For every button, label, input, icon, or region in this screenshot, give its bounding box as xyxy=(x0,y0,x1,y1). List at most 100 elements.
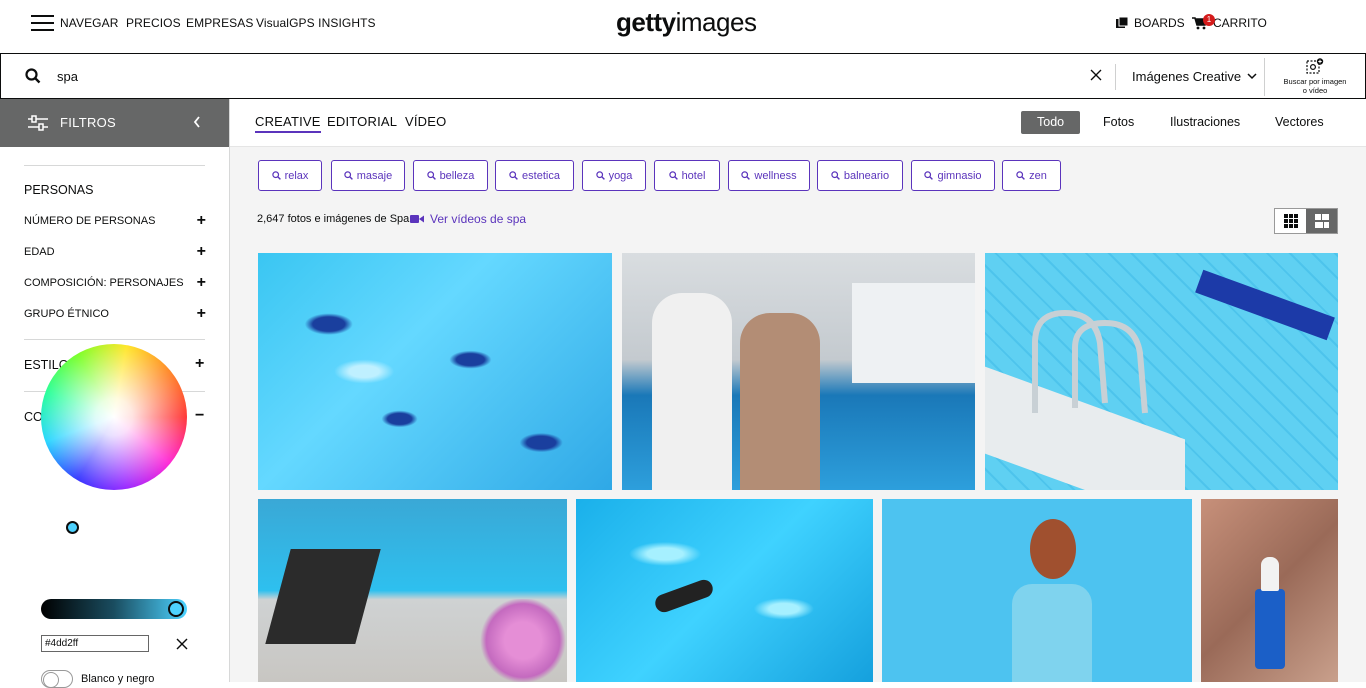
image-ladder xyxy=(1032,309,1148,414)
search-icon xyxy=(426,171,436,180)
section-personas: PERSONAS xyxy=(24,183,94,197)
boards-icon xyxy=(1116,17,1128,28)
filter-edad[interactable]: EDAD + xyxy=(24,243,206,260)
image-pool-ripples[interactable] xyxy=(258,253,612,490)
close-icon[interactable] xyxy=(176,638,188,650)
type-vectores[interactable]: Vectores xyxy=(1275,111,1324,134)
divider xyxy=(1115,64,1116,90)
chip-yoga[interactable]: yoga xyxy=(582,160,646,191)
image-woman-blue-background[interactable] xyxy=(882,499,1192,682)
color-wheel[interactable] xyxy=(41,344,187,490)
image-woman-body xyxy=(1012,584,1092,682)
search-type-label: Imágenes Creative xyxy=(1132,69,1242,84)
filter-label: EDAD xyxy=(24,246,55,258)
image-pool-ladder[interactable] xyxy=(985,253,1338,490)
chip-masaje[interactable]: masaje xyxy=(331,160,405,191)
plus-icon: + xyxy=(195,355,205,372)
image-woman-head xyxy=(1030,519,1076,579)
logo-bold: getty xyxy=(616,7,676,37)
grid-view-button[interactable] xyxy=(1275,209,1306,233)
plus-icon: + xyxy=(196,305,206,322)
top-navigation: NAVEGAR PRECIOS EMPRESAS VisualGPS INSIG… xyxy=(0,0,1366,52)
filter-composicion[interactable]: COMPOSICIÓN: PERSONAJES + xyxy=(24,274,206,291)
visual-search-button[interactable]: Buscar por imagen o vídeo xyxy=(1279,58,1351,95)
search-icon xyxy=(831,171,840,180)
filters-header[interactable]: FILTROS xyxy=(0,99,229,147)
black-white-label: Blanco y negro xyxy=(81,673,155,685)
mosaic-icon xyxy=(1314,214,1329,228)
nav-navegar[interactable]: NAVEGAR xyxy=(60,16,119,30)
chip-gimnasio[interactable]: gimnasio xyxy=(911,160,995,191)
tab-editorial[interactable]: EDITORIAL xyxy=(327,114,397,129)
color-wheel-handle[interactable] xyxy=(66,521,79,534)
chip-label: balneario xyxy=(843,169,890,182)
nav-precios[interactable]: PRECIOS xyxy=(126,16,181,30)
nav-visualgps[interactable]: VisualGPS INSIGHTS xyxy=(256,16,376,30)
chip-balneario[interactable]: balneario xyxy=(817,160,903,191)
image-sunbed-pool[interactable] xyxy=(258,499,567,682)
search-icon xyxy=(1016,171,1026,180)
chip-relax[interactable]: relax xyxy=(258,160,322,191)
divider xyxy=(1264,58,1265,96)
menu-icon[interactable] xyxy=(31,15,54,32)
visual-search-label-1: Buscar por imagen xyxy=(1283,77,1347,86)
results-count: 2,647 fotos e imágenes de Spa xyxy=(257,213,410,225)
search-icon xyxy=(668,171,678,180)
camera-search-icon xyxy=(1306,58,1324,74)
type-todo[interactable]: Todo xyxy=(1021,111,1081,134)
search-icon xyxy=(595,171,605,180)
image-dropper-bottle xyxy=(1255,589,1285,669)
plus-icon: + xyxy=(196,212,206,229)
search-icon[interactable] xyxy=(25,68,41,84)
getty-logo[interactable]: gettyimages xyxy=(616,7,757,38)
search-type-dropdown[interactable]: Imágenes Creative xyxy=(1132,69,1257,84)
filter-label: COMPOSICIÓN: PERSONAJES xyxy=(24,277,184,289)
mosaic-view-button[interactable] xyxy=(1306,209,1337,233)
image-women-robes-pool[interactable] xyxy=(622,253,975,490)
tab-creative[interactable]: CREATIVE xyxy=(255,114,321,133)
type-fotos[interactable]: Fotos xyxy=(1103,111,1134,134)
chevron-left-icon[interactable] xyxy=(193,116,201,128)
filter-label: NÚMERO DE PERSONAS xyxy=(24,215,156,227)
chip-label: wellness xyxy=(754,169,797,182)
video-camera-icon xyxy=(410,215,424,223)
search-icon xyxy=(509,171,518,180)
brightness-slider[interactable] xyxy=(41,599,187,619)
image-blue-bottle-rocks[interactable] xyxy=(1201,499,1338,682)
logo-light: images xyxy=(675,7,757,37)
brightness-slider-handle[interactable] xyxy=(168,601,184,617)
chip-zen[interactable]: zen xyxy=(1002,160,1061,191)
sliders-icon xyxy=(28,115,48,131)
search-bar: Imágenes Creative Buscar por imagen o ví… xyxy=(0,53,1366,99)
black-white-toggle[interactable] xyxy=(41,670,73,688)
color-hex-input[interactable] xyxy=(41,635,149,652)
filter-label: GRUPO ÉTNICO xyxy=(24,308,109,320)
content-tabs: CREATIVE EDITORIAL VÍDEO Todo Fotos Ilus… xyxy=(230,99,1366,147)
image-sunbed xyxy=(265,549,381,644)
chip-label: yoga xyxy=(608,169,633,182)
divider xyxy=(24,165,205,166)
chip-belleza[interactable]: belleza xyxy=(413,160,488,191)
image-flipflop xyxy=(652,577,716,615)
tab-video[interactable]: VÍDEO xyxy=(405,114,446,129)
results-area: CREATIVE EDITORIAL VÍDEO Todo Fotos Ilus… xyxy=(230,99,1366,682)
search-icon xyxy=(924,171,934,180)
boards-link[interactable]: BOARDS xyxy=(1116,16,1185,30)
image-lane-line xyxy=(1195,269,1335,341)
chip-label: masaje xyxy=(356,169,393,182)
chip-hotel[interactable]: hotel xyxy=(654,160,720,191)
filters-title: FILTROS xyxy=(60,115,117,130)
search-input[interactable] xyxy=(57,66,957,86)
filter-grupo-etnico[interactable]: GRUPO ÉTNICO + xyxy=(24,305,206,322)
chip-label: belleza xyxy=(439,169,475,182)
filter-numero-personas[interactable]: NÚMERO DE PERSONAS + xyxy=(24,212,206,229)
plus-icon: + xyxy=(196,274,206,291)
image-flipflop-pool[interactable] xyxy=(576,499,873,682)
video-results-link[interactable]: Ver vídeos de spa xyxy=(410,212,526,226)
chip-label: gimnasio xyxy=(937,169,982,182)
chip-wellness[interactable]: wellness xyxy=(728,160,810,191)
nav-empresas[interactable]: EMPRESAS xyxy=(186,16,254,30)
type-ilustraciones[interactable]: Ilustraciones xyxy=(1170,111,1240,134)
chip-estetica[interactable]: estetica xyxy=(495,160,574,191)
close-icon[interactable] xyxy=(1089,68,1103,82)
